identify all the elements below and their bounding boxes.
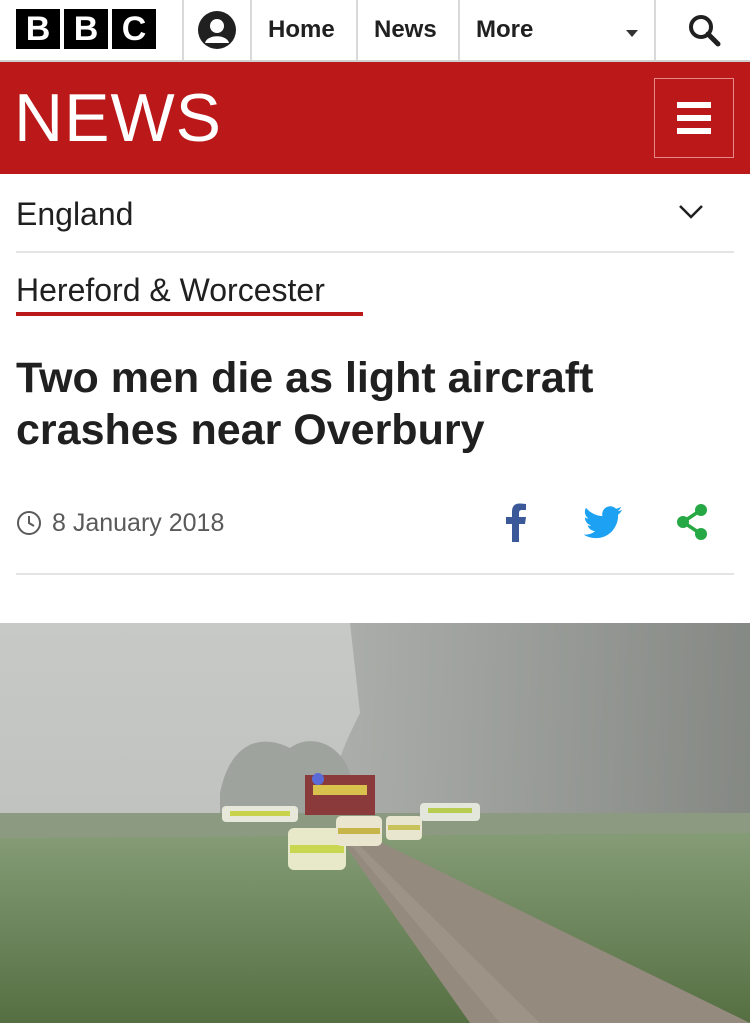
subsection-underline (16, 312, 363, 316)
divider (250, 0, 252, 60)
facebook-icon[interactable] (502, 502, 528, 542)
divider (654, 0, 656, 60)
nav-home[interactable]: Home (268, 0, 335, 60)
nav-more[interactable]: More (476, 0, 533, 60)
divider (356, 0, 358, 60)
hamburger-menu-icon (677, 102, 711, 108)
search-icon (689, 15, 721, 47)
nav-news[interactable]: News (374, 0, 437, 60)
account-button[interactable] (184, 0, 250, 60)
menu-button[interactable] (654, 78, 734, 158)
bbc-logo-letter-c: C (112, 9, 156, 49)
article-headline: Two men die as light aircraft crashes ne… (16, 354, 594, 454)
hamburger-bar (677, 115, 711, 121)
bbc-logo-letter-b2: B (64, 9, 108, 49)
aircraft-crash-scene-photo (0, 623, 750, 1023)
clock-icon (17, 511, 41, 535)
bbc-logo-letter-b1: B (16, 9, 60, 49)
divider (458, 0, 460, 60)
share-icon[interactable] (674, 503, 710, 541)
subsection-link[interactable]: Hereford & Worcester (16, 272, 325, 309)
article-date: 8 January 2018 (16, 506, 224, 540)
news-brand-bar: NEWS (0, 62, 750, 174)
news-title[interactable]: NEWS (14, 84, 222, 152)
header-divider (16, 573, 734, 575)
chevron-down-icon (679, 205, 703, 219)
section-nav-england[interactable]: England (16, 176, 734, 253)
bbc-top-bar: B B C Home News More (0, 0, 750, 62)
section-label: England (16, 196, 134, 232)
account-icon (198, 11, 236, 49)
bbc-logo[interactable]: B B C (16, 9, 156, 49)
search-button[interactable] (658, 0, 750, 60)
hamburger-bar (677, 128, 711, 134)
date-text: 8 January 2018 (52, 508, 225, 537)
twitter-icon[interactable] (584, 505, 624, 541)
caret-down-icon (626, 30, 638, 37)
